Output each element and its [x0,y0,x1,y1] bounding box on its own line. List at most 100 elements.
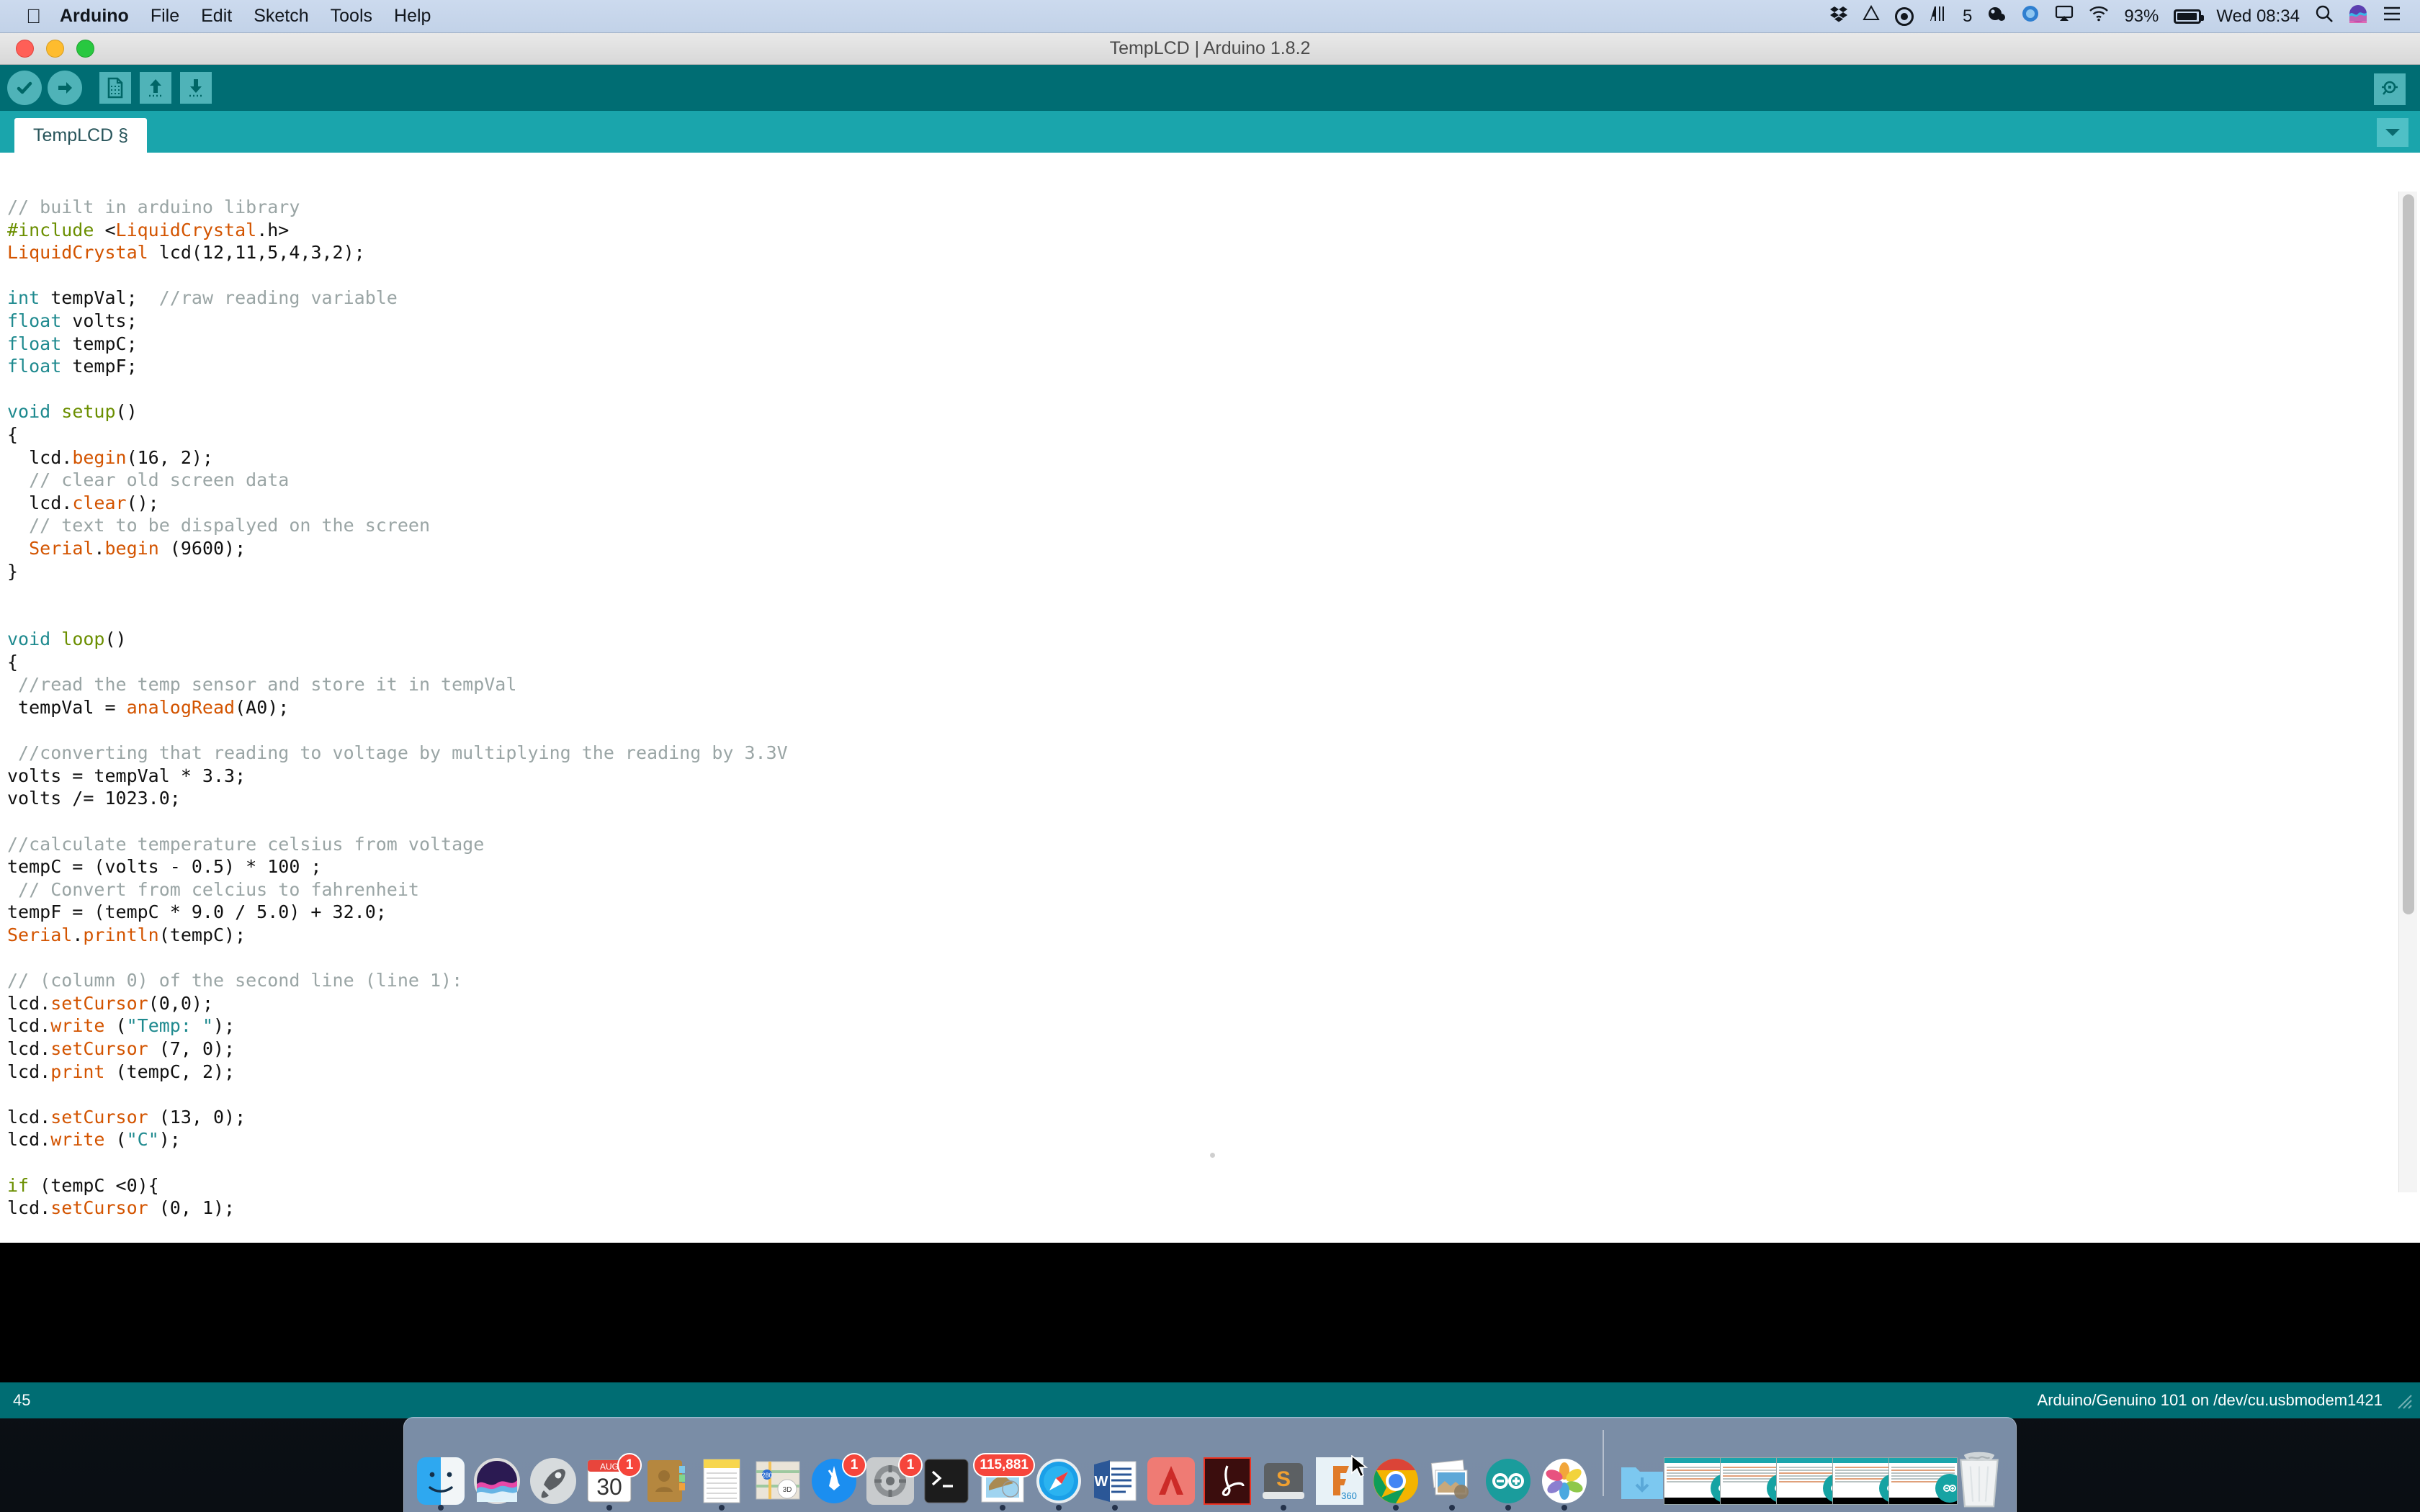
new-sketch-button[interactable] [95,68,135,108]
dock-minimized-window-2[interactable] [1720,1423,1789,1512]
code-line: //read the temp sensor and store it in t… [7,674,517,696]
running-indicator [438,1505,444,1511]
dropbox-icon[interactable] [1829,5,1847,27]
dock-item-mail[interactable]: 115,881 [973,1423,1035,1512]
editor-scrollbar[interactable] [2398,192,2417,1192]
adobe-acrobat-icon [1202,1456,1252,1506]
backup-icon[interactable] [1987,5,2006,27]
menu-item-arduino[interactable]: Arduino [60,6,129,27]
running-indicator [1561,1505,1567,1511]
window-title-bar: TempLCD | Arduino 1.8.2 [0,33,2420,65]
wifi-icon[interactable] [2089,6,2109,27]
arduino-ide-window: TempLCD | Arduino 1.8.2 TempLCD § // bui… [0,33,2420,1243]
sketch-tab-templcd[interactable]: TempLCD § [14,118,147,153]
dock-item-contacts[interactable] [641,1423,690,1512]
dock-item-system-preferences[interactable]: 1 [866,1423,923,1512]
sketch-tab-bar: TempLCD § [0,111,2420,153]
audio-levels-icon[interactable] [1929,5,1948,27]
dock-item-terminal[interactable] [922,1423,971,1512]
code-line: // (column 0) of the second line (line 1… [7,970,463,991]
dock-item-trash[interactable] [1955,1423,2004,1512]
running-indicator [1000,1505,1005,1511]
calendar-badge: 1 [617,1453,642,1477]
dock-item-photos[interactable] [1540,1423,1589,1512]
dock-item-finder[interactable] [416,1423,465,1512]
code-line: float tempC; [7,333,138,354]
editor-scrollbar-thumb[interactable] [2403,194,2414,914]
running-indicator [1112,1505,1118,1511]
dock-item-siri[interactable] [472,1423,521,1512]
svg-text:AUG: AUG [600,1462,619,1472]
safari-compass-icon [1035,1457,1083,1505]
open-sketch-button[interactable] [135,68,176,108]
menu-item-sketch[interactable]: Sketch [254,6,308,27]
cursor-line-number: 45 [13,1391,31,1409]
dock-item-acrobat[interactable] [1202,1423,1252,1512]
calendar-icon: AUG 30 1 [586,1453,642,1505]
code-line: lcd.write ("C"); [7,1129,181,1151]
maps-icon: 280 3D [754,1457,802,1505]
verify-button[interactable] [4,68,45,108]
notification-center-icon[interactable] [2383,6,2401,27]
code-line: lcd.setCursor (7, 0); [7,1038,236,1059]
spotlight-search-icon[interactable] [2315,4,2334,28]
code-editor[interactable]: // built in arduino library #include <Liq… [0,186,2420,1218]
running-indicator [1281,1505,1286,1511]
code-line: if (tempC <0){ [7,1174,159,1196]
dock-item-app-store[interactable]: 1 [810,1423,866,1512]
dock-item-calendar[interactable]: AUG 30 1 [585,1423,642,1512]
running-indicator [1505,1505,1511,1511]
macos-menu-bar:  Arduino File Edit Sketch Tools Help 5 … [0,0,2420,33]
menu-item-file[interactable]: File [151,6,179,27]
teamviewer-icon[interactable] [2021,4,2040,28]
battery-icon[interactable] [2174,9,2205,24]
menu-item-edit[interactable]: Edit [201,6,232,27]
window-resize-grip[interactable] [2394,1391,2413,1410]
editor-resize-dot[interactable] [1210,1153,1215,1158]
dock-item-safari[interactable] [1034,1423,1083,1512]
checkmark-icon [7,71,42,105]
svg-text:W: W [1095,1474,1108,1490]
dock-item-launchpad[interactable] [529,1423,578,1512]
dock-item-downloads[interactable] [1618,1423,1667,1512]
dock-minimized-window-3[interactable] [1776,1423,1845,1512]
dock-item-maps[interactable]: 280 3D [753,1423,802,1512]
chevron-down-icon[interactable] [2377,118,2408,147]
google-drive-icon[interactable] [1863,4,1880,27]
dock-item-notes[interactable] [697,1423,746,1512]
code-line: lcd.setCursor(0,0); [7,992,213,1014]
audio-levels-value: 5 [1962,6,1973,26]
siri-icon[interactable] [2349,4,2367,28]
code-line: volts /= 1023.0; [7,788,181,809]
dock-item-chrome[interactable] [1371,1423,1420,1512]
menu-item-tools[interactable]: Tools [331,6,372,27]
serial-monitor-button[interactable] [2370,69,2410,109]
code-line: tempF = (tempC * 9.0 / 5.0) + 32.0; [7,901,387,923]
apple-logo-icon[interactable]:  [26,6,41,27]
dock-item-sublime-text[interactable]: S [1259,1423,1308,1512]
dock-item-arduino[interactable] [1484,1423,1533,1512]
gear-icon: 1 [866,1453,923,1505]
airplay-icon[interactable] [2055,5,2074,27]
board-and-port-label: Arduino/Genuino 101 on /dev/cu.usbmodem1… [2037,1391,2383,1409]
trash-icon [1951,1449,2007,1508]
dock-minimized-window-1[interactable] [1664,1423,1733,1512]
code-line: //converting that reading to voltage by … [7,742,788,764]
svg-text:360: 360 [1341,1490,1357,1501]
ide-status-bar: 45 Arduino/Genuino 101 on /dev/cu.usbmod… [0,1382,2420,1418]
upload-button[interactable] [45,68,85,108]
menu-item-help[interactable]: Help [394,6,431,27]
dock-minimized-window-5[interactable] [1888,1423,1958,1512]
dock-item-preview[interactable] [1428,1423,1476,1512]
screen-record-icon[interactable] [1894,6,1914,26]
source-code[interactable]: // built in arduino library #include <Liq… [0,186,2420,1218]
code-line: int tempVal; //raw reading variable [7,287,398,309]
menu-bar-clock[interactable]: Wed 08:34 [2216,6,2300,27]
dock-minimized-window-4[interactable] [1832,1423,1901,1512]
save-sketch-button[interactable] [176,68,216,108]
running-indicator [1449,1505,1455,1511]
dock-item-autocad[interactable] [1147,1423,1196,1512]
running-indicator [719,1505,725,1511]
dock-item-word[interactable]: W [1090,1423,1139,1512]
